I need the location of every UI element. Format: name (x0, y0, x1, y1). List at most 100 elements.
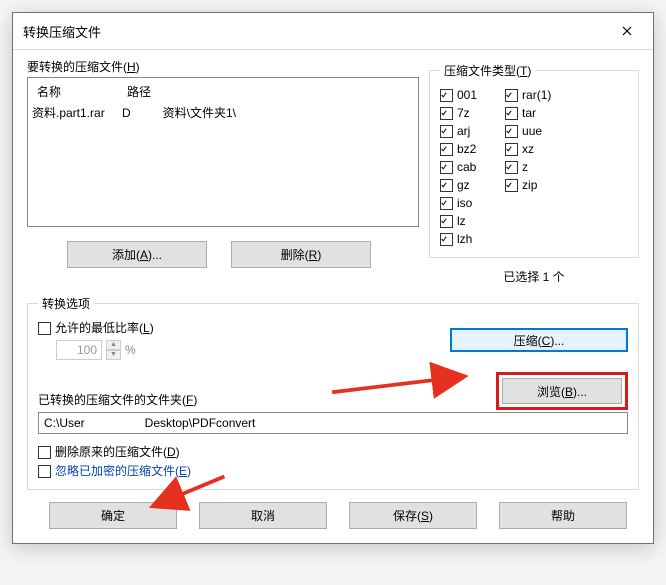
type-label: uue (522, 123, 542, 139)
type-checkbox-001[interactable]: 001 (440, 87, 477, 103)
cancel-button[interactable]: 取消 (199, 502, 327, 529)
file-row[interactable]: 资料.part1.rar D资料\文件夹1\ (32, 103, 414, 122)
file-list-headers: 名称 路径 (32, 80, 414, 103)
redacted-text (131, 108, 163, 120)
skip-encrypted-checkbox[interactable]: 忽略已加密的压缩文件(E) (38, 463, 628, 479)
type-label: 7z (457, 105, 470, 121)
types-grid: 001 7z arj bz2 cab gz iso lz lzh rar(1) tar uue xz z… (440, 87, 628, 247)
checkbox-icon (440, 197, 453, 210)
types-col-2: rar(1) tar uue xz z zip (505, 87, 551, 247)
close-button[interactable] (607, 19, 647, 43)
redacted-text (85, 417, 145, 427)
file-name: 资料.part1.rar (32, 104, 122, 121)
type-label: rar(1) (522, 87, 551, 103)
window-title: 转换压缩文件 (23, 22, 101, 41)
browse-highlight: 浏览(B)... (496, 372, 628, 410)
folder-label: 已转换的压缩文件的文件夹(F) (38, 391, 486, 408)
options-group: 转换选项 允许的最低比率(L) ▲ ▼ (27, 295, 639, 490)
spin-down[interactable]: ▼ (106, 350, 121, 360)
type-label: gz (457, 177, 470, 193)
checkbox-icon (505, 179, 518, 192)
type-checkbox-tar[interactable]: tar (505, 105, 551, 121)
skip-encrypted-label: 忽略已加密的压缩文件(E) (55, 463, 191, 479)
type-label: cab (457, 159, 476, 175)
type-checkbox-gz[interactable]: gz (440, 177, 477, 193)
ratio-spinner: ▲ ▼ % (56, 340, 154, 360)
type-checkbox-arj[interactable]: arj (440, 123, 477, 139)
spin-up[interactable]: ▲ (106, 340, 121, 350)
checkbox-icon (505, 143, 518, 156)
add-button[interactable]: 添加(A)... (67, 241, 207, 268)
type-checkbox-z[interactable]: z (505, 159, 551, 175)
type-checkbox-rar1[interactable]: rar(1) (505, 87, 551, 103)
type-label: iso (457, 195, 472, 211)
checkbox-icon (505, 161, 518, 174)
types-group: 压缩文件类型(T) 001 7z arj bz2 cab gz iso lz lzh rar(1… (429, 62, 639, 258)
col-name-header: 名称 (37, 83, 127, 100)
files-legend: 要转换的压缩文件(H) (27, 58, 419, 75)
lower-checks: 删除原来的压缩文件(D) 忽略已加密的压缩文件(E) (38, 444, 628, 479)
type-checkbox-7z[interactable]: 7z (440, 105, 477, 121)
browse-block: 已转换的压缩文件的文件夹(F) 浏览(B)... (38, 372, 628, 410)
type-label: arj (457, 123, 470, 139)
checkbox-icon (440, 161, 453, 174)
checkbox-icon (505, 107, 518, 120)
browse-button[interactable]: 浏览(B)... (502, 378, 622, 404)
folder-path-input[interactable]: C:\UserDesktop\PDFconvert (38, 412, 628, 434)
checkbox-icon (440, 143, 453, 156)
checkbox-icon (38, 446, 51, 459)
checkbox-icon (38, 465, 51, 478)
checkbox-icon (440, 179, 453, 192)
delete-button[interactable]: 删除(R) (231, 241, 371, 268)
titlebar: 转换压缩文件 (13, 13, 653, 50)
checkbox-icon (440, 215, 453, 228)
file-buttons: 添加(A)... 删除(R) (27, 235, 419, 268)
types-legend: 压缩文件类型(T) (440, 62, 535, 79)
close-icon (622, 26, 632, 36)
files-group: 要转换的压缩文件(H) 名称 路径 资料.part1.rar D资料\文件夹1\ (27, 58, 419, 227)
type-checkbox-lz[interactable]: lz (440, 213, 477, 229)
checkbox-icon (505, 125, 518, 138)
type-checkbox-iso[interactable]: iso (440, 195, 477, 211)
checkbox-icon (38, 322, 51, 335)
ratio-checkbox[interactable]: 允许的最低比率(L) (38, 320, 154, 336)
delete-original-label: 删除原来的压缩文件(D) (55, 444, 180, 460)
save-button[interactable]: 保存(S) (349, 502, 477, 529)
file-path: D资料\文件夹1\ (122, 104, 236, 121)
type-label: tar (522, 105, 536, 121)
type-label: xz (522, 141, 534, 157)
files-area: 要转换的压缩文件(H) 名称 路径 资料.part1.rar D资料\文件夹1\ (27, 58, 419, 285)
type-checkbox-xz[interactable]: xz (505, 141, 551, 157)
type-label: lzh (457, 231, 472, 247)
checkbox-icon (440, 233, 453, 246)
dialog-body: 要转换的压缩文件(H) 名称 路径 资料.part1.rar D资料\文件夹1\ (13, 50, 653, 543)
col-path-header: 路径 (127, 83, 151, 100)
folder-label-wrap: 已转换的压缩文件的文件夹(F) (38, 391, 486, 410)
type-checkbox-zip[interactable]: zip (505, 177, 551, 193)
checkbox-icon (440, 107, 453, 120)
type-label: z (522, 159, 528, 175)
type-checkbox-cab[interactable]: cab (440, 159, 477, 175)
bottom-buttons: 确定 取消 保存(S) 帮助 (27, 500, 639, 529)
ratio-label: 允许的最低比率(L) (55, 320, 154, 336)
ratio-suffix: % (125, 343, 136, 357)
delete-original-checkbox[interactable]: 删除原来的压缩文件(D) (38, 444, 628, 460)
options-legend: 转换选项 (38, 295, 94, 312)
dialog-window: 转换压缩文件 要转换的压缩文件(H) 名称 路径 (12, 12, 654, 544)
options-row1: 允许的最低比率(L) ▲ ▼ % 压缩(C)... (38, 320, 628, 360)
file-list[interactable]: 名称 路径 资料.part1.rar D资料\文件夹1\ (27, 77, 419, 227)
types-col-1: 001 7z arj bz2 cab gz iso lz lzh (440, 87, 477, 247)
ratio-block: 允许的最低比率(L) ▲ ▼ % (38, 320, 154, 360)
checkbox-icon (440, 89, 453, 102)
help-button[interactable]: 帮助 (499, 502, 627, 529)
ok-button[interactable]: 确定 (49, 502, 177, 529)
type-label: 001 (457, 87, 477, 103)
type-label: zip (522, 177, 537, 193)
type-checkbox-uue[interactable]: uue (505, 123, 551, 139)
selected-count: 已选择 1 个 (429, 268, 639, 285)
compress-button[interactable]: 压缩(C)... (450, 328, 628, 352)
type-checkbox-bz2[interactable]: bz2 (440, 141, 477, 157)
type-checkbox-lzh[interactable]: lzh (440, 231, 477, 247)
types-area: 压缩文件类型(T) 001 7z arj bz2 cab gz iso lz lzh rar(1… (429, 58, 639, 285)
checkbox-icon (440, 125, 453, 138)
